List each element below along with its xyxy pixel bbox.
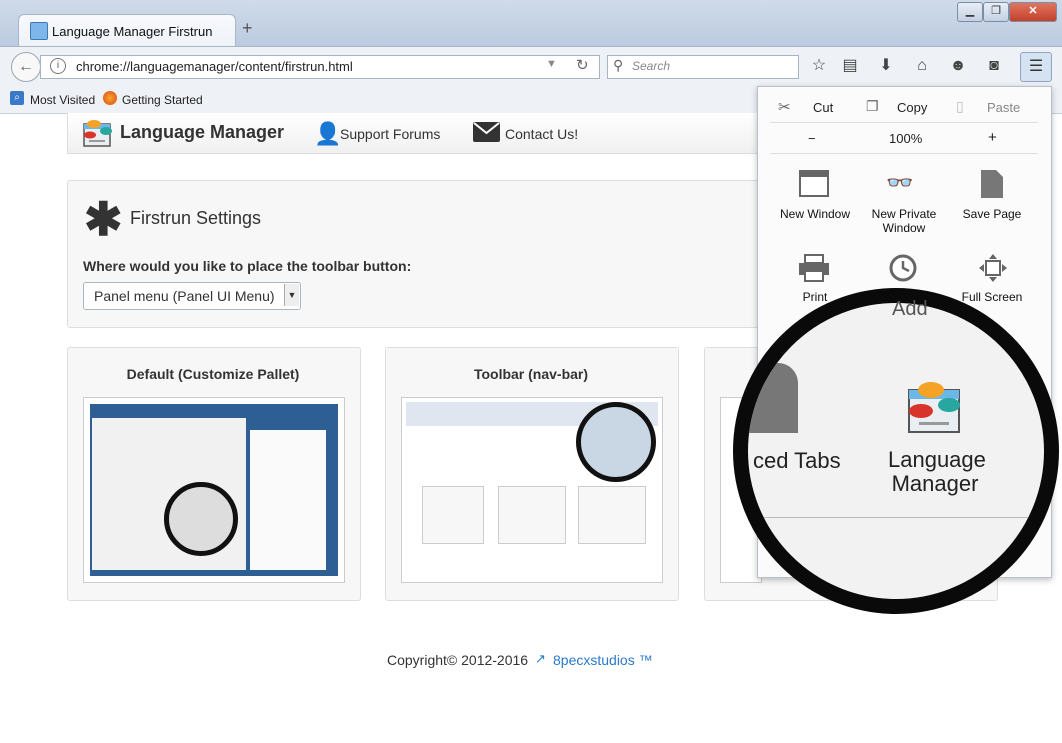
copy-button[interactable]: Copy <box>897 100 927 115</box>
url-text[interactable]: chrome://languagemanager/content/firstru… <box>76 59 353 74</box>
language-manager-logo <box>83 120 112 147</box>
page-icon <box>981 170 1003 198</box>
asterisk-icon: ✱ <box>84 193 123 245</box>
contact-us-link[interactable]: Contact Us! <box>505 126 578 142</box>
back-button[interactable]: ← <box>11 52 41 82</box>
clock-icon <box>889 254 917 282</box>
preview-image-default <box>83 397 345 583</box>
window-icon <box>799 170 829 197</box>
language-manager-tab-icon <box>30 22 48 40</box>
download-icon[interactable]: ⬇ <box>875 55 897 77</box>
minimize-button[interactable]: ▁ <box>957 2 983 22</box>
pocket-icon[interactable]: ◙ <box>983 55 1005 77</box>
8pecxstudios-link[interactable]: 8pecxstudios ™ <box>553 652 653 668</box>
external-link-icon: ↗ <box>535 651 546 666</box>
preview-image-toolbar <box>401 397 663 583</box>
history-dropdown-icon[interactable]: ▼ <box>546 58 557 70</box>
hello-icon[interactable]: ☻ <box>947 55 969 77</box>
new-window-button[interactable]: New Window <box>770 207 860 221</box>
close-window-button[interactable]: ✕ <box>1009 2 1057 22</box>
chevron-down-icon[interactable]: ▼ <box>284 284 299 306</box>
language-manager-icon <box>908 382 960 433</box>
info-icon[interactable]: i <box>50 58 66 74</box>
envelope-icon <box>473 122 500 142</box>
magnifier-partial-label: Add <box>892 298 928 320</box>
save-page-button[interactable]: Save Page <box>948 207 1036 221</box>
magnifier-ced-tabs-label: ced Tabs <box>753 448 841 473</box>
most-visited-icon: ⌕ <box>10 91 24 105</box>
card-title-toolbar: Toolbar (nav-bar) <box>473 366 589 382</box>
printer-icon <box>799 254 829 282</box>
zoom-reset-button[interactable]: 100% <box>889 131 922 146</box>
tab-title: Language Manager Firstrun <box>52 24 213 39</box>
maximize-button[interactable]: ❐ <box>983 2 1009 22</box>
search-input[interactable]: Search <box>632 59 670 73</box>
brand-name[interactable]: Language Manager <box>120 122 284 143</box>
settings-title: Firstrun Settings <box>130 208 262 228</box>
menu-icon: ☰ <box>1028 58 1044 75</box>
cut-button[interactable]: Cut <box>813 100 833 115</box>
arrow-left-icon: ← <box>18 58 34 75</box>
firefox-icon <box>103 91 117 105</box>
fullscreen-icon <box>979 254 1007 282</box>
bookmark-star-icon[interactable]: ☆ <box>808 55 830 77</box>
new-tab-button[interactable]: + <box>242 18 253 39</box>
copyright: Copyright© 2012-2016 <box>387 652 529 668</box>
bookmark-most-visited[interactable]: Most Visited <box>30 93 95 107</box>
bookmark-getting-started[interactable]: Getting Started <box>122 93 203 107</box>
new-private-window-button[interactable]: New Private Window <box>860 207 948 235</box>
hamburger-menu-button[interactable]: ☰ <box>1020 52 1052 82</box>
bookmarks-list-icon[interactable]: ▤ <box>839 55 861 77</box>
search-icon: ⚲ <box>613 57 624 73</box>
card-title-default: Default (Customize Pallet) <box>126 366 300 382</box>
paste-button[interactable]: Paste <box>987 100 1020 115</box>
clipboard-icon: ▯ <box>956 98 964 114</box>
support-forums-link[interactable]: Support Forums <box>340 126 440 142</box>
zoom-in-button[interactable]: + <box>988 129 997 146</box>
zoom-out-button[interactable]: − <box>808 131 816 146</box>
mask-icon: 👓 <box>886 170 914 195</box>
placement-select-value[interactable]: Panel menu (Panel UI Menu) <box>94 288 275 304</box>
scissors-icon: ✂ <box>778 99 791 116</box>
copy-icon: ❐ <box>866 98 879 114</box>
placement-question: Where would you like to place the toolba… <box>83 258 412 274</box>
language-manager-panel-button[interactable]: Language Manager <box>888 448 986 496</box>
separator <box>770 153 1038 154</box>
user-icon: 👤 <box>314 121 342 146</box>
reload-icon[interactable]: ↻ <box>576 56 589 74</box>
separator <box>770 122 1038 123</box>
home-icon[interactable]: ⌂ <box>911 55 933 77</box>
